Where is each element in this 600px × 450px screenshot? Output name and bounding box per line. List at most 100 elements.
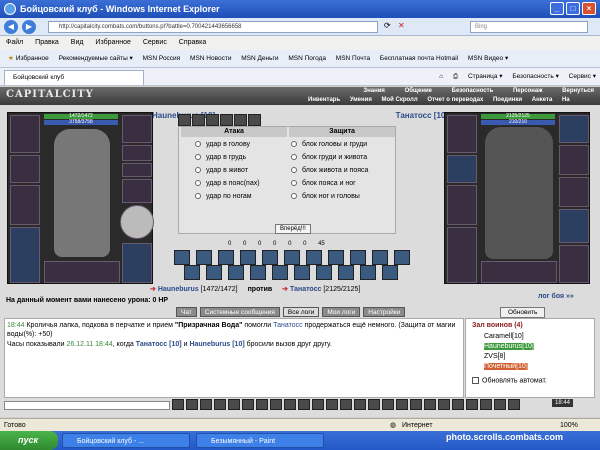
- home-icon[interactable]: ⌂: [439, 73, 443, 80]
- refresh-button[interactable]: Обновить: [500, 307, 546, 318]
- roster-player[interactable]: Caramell[10]: [484, 333, 524, 340]
- tool-icon[interactable]: [410, 399, 422, 410]
- radio-icon[interactable]: [291, 193, 297, 200]
- menu-knowledge[interactable]: Знания: [363, 88, 385, 94]
- versus-right[interactable]: Танатосс: [290, 286, 321, 293]
- close-button[interactable]: ×: [582, 2, 596, 15]
- ability-icon[interactable]: [240, 250, 256, 265]
- fav-item[interactable]: MSN Погода: [288, 50, 326, 67]
- ability-icon[interactable]: [272, 265, 288, 280]
- ability-icon[interactable]: [262, 250, 278, 265]
- radio-icon[interactable]: [291, 167, 297, 174]
- ability-icon[interactable]: [184, 265, 200, 280]
- weapon-slot[interactable]: [447, 185, 477, 225]
- start-button[interactable]: пуск: [0, 431, 58, 450]
- tool-icon[interactable]: [256, 399, 268, 410]
- tool-icon[interactable]: [424, 399, 436, 410]
- ability-icon[interactable]: [382, 265, 398, 280]
- chat-player[interactable]: Танатосс [10]: [136, 341, 182, 348]
- security-menu[interactable]: Безопасность ▾: [512, 73, 559, 80]
- tool-icon[interactable]: [214, 399, 226, 410]
- stop-icon[interactable]: ✕: [398, 21, 405, 30]
- action-icon[interactable]: [234, 114, 247, 126]
- action-icon[interactable]: [220, 114, 233, 126]
- maximize-button[interactable]: □: [566, 2, 580, 15]
- chat-player[interactable]: Танатосс: [273, 322, 302, 329]
- radio-icon[interactable]: [195, 141, 201, 148]
- ability-icon[interactable]: [218, 250, 234, 265]
- armor-slot[interactable]: [447, 227, 477, 283]
- menu-help[interactable]: Справка: [179, 39, 206, 46]
- helmet-slot[interactable]: [447, 115, 477, 153]
- fav-item[interactable]: MSN Почта: [336, 50, 370, 67]
- tool-icon[interactable]: [242, 399, 254, 410]
- tool-icon[interactable]: [284, 399, 296, 410]
- tool-icon[interactable]: [396, 399, 408, 410]
- tool-icon[interactable]: [200, 399, 212, 410]
- defense-option[interactable]: блок живота и пояса: [291, 167, 368, 174]
- tool-icon[interactable]: [438, 399, 450, 410]
- ability-icon[interactable]: [372, 250, 388, 265]
- tool-icon[interactable]: [382, 399, 394, 410]
- tool-icon[interactable]: [480, 399, 492, 410]
- fav-item[interactable]: MSN Деньги: [241, 50, 278, 67]
- attack-option[interactable]: удар в пояс(пах): [195, 180, 260, 187]
- gloves-slot[interactable]: [122, 179, 152, 203]
- tool-icon[interactable]: [508, 399, 520, 410]
- submenu-scroll[interactable]: Мой Скролл: [382, 97, 418, 103]
- action-icon[interactable]: [248, 114, 261, 126]
- menu-file[interactable]: Файл: [6, 39, 23, 46]
- defense-option[interactable]: блок груди и живота: [291, 154, 367, 161]
- ability-icon[interactable]: [350, 250, 366, 265]
- fav-item[interactable]: MSN Видео ▾: [468, 50, 508, 67]
- tab-system[interactable]: Системные сообщения: [199, 307, 280, 317]
- url-input[interactable]: http://capitalcity.combats.com/buttons.p…: [48, 21, 378, 33]
- weapon-slot[interactable]: [10, 185, 40, 225]
- tab-my-logs[interactable]: Мои логи: [322, 307, 361, 317]
- bracers-slot[interactable]: [447, 155, 477, 183]
- tool-icon[interactable]: [186, 399, 198, 410]
- ability-icon[interactable]: [338, 265, 354, 280]
- tool-icon[interactable]: [368, 399, 380, 410]
- submenu-skills[interactable]: Умения: [350, 97, 372, 103]
- rings-slot[interactable]: [122, 163, 152, 177]
- go-button[interactable]: Вперёд!!!: [275, 224, 311, 234]
- menu-favorites[interactable]: Избранное: [95, 39, 130, 46]
- attack-option[interactable]: удар по ногам: [195, 193, 252, 200]
- fav-item[interactable]: MSN Россия: [143, 50, 181, 67]
- task-paint[interactable]: Безымянный - Paint: [196, 433, 324, 448]
- fav-item[interactable]: MSN Новости: [190, 50, 231, 67]
- roster-player[interactable]: Hauneburus[10]: [484, 343, 534, 350]
- submenu-inventory[interactable]: Инвентарь: [308, 97, 340, 103]
- tool-icon[interactable]: [466, 399, 478, 410]
- checkbox[interactable]: [472, 377, 479, 384]
- refresh-icon[interactable]: ⟳: [384, 21, 391, 30]
- tool-icon[interactable]: [354, 399, 366, 410]
- ability-icon[interactable]: [196, 250, 212, 265]
- radio-icon[interactable]: [195, 180, 201, 187]
- tool-icon[interactable]: [172, 399, 184, 410]
- amulet-slot[interactable]: [559, 145, 589, 175]
- defense-option[interactable]: блок головы и груди: [291, 141, 367, 148]
- roster-player[interactable]: Почетный[10]: [484, 363, 528, 370]
- ability-icon[interactable]: [306, 250, 322, 265]
- radio-icon[interactable]: [195, 167, 201, 174]
- gloves-slot[interactable]: [559, 177, 589, 207]
- tool-icon[interactable]: [228, 399, 240, 410]
- helmet-slot[interactable]: [10, 115, 40, 153]
- radio-icon[interactable]: [291, 180, 297, 187]
- attack-option[interactable]: удар в грудь: [195, 154, 246, 161]
- action-icon[interactable]: [192, 114, 205, 126]
- ability-icon[interactable]: [284, 250, 300, 265]
- print-icon[interactable]: ⎙: [453, 73, 458, 80]
- amulet-slot[interactable]: [122, 145, 152, 161]
- ability-icon[interactable]: [360, 265, 376, 280]
- menu-view[interactable]: Вид: [71, 39, 84, 46]
- belt-slots[interactable]: [481, 261, 557, 283]
- tab-chat[interactable]: Чат: [176, 307, 197, 317]
- versus-left[interactable]: Hauneburus: [158, 286, 199, 293]
- ability-icon[interactable]: [316, 265, 332, 280]
- defense-option[interactable]: блок ног и головы: [291, 193, 360, 200]
- tab-settings[interactable]: Настройки: [363, 307, 406, 317]
- submenu-profile[interactable]: Анкета: [532, 97, 553, 103]
